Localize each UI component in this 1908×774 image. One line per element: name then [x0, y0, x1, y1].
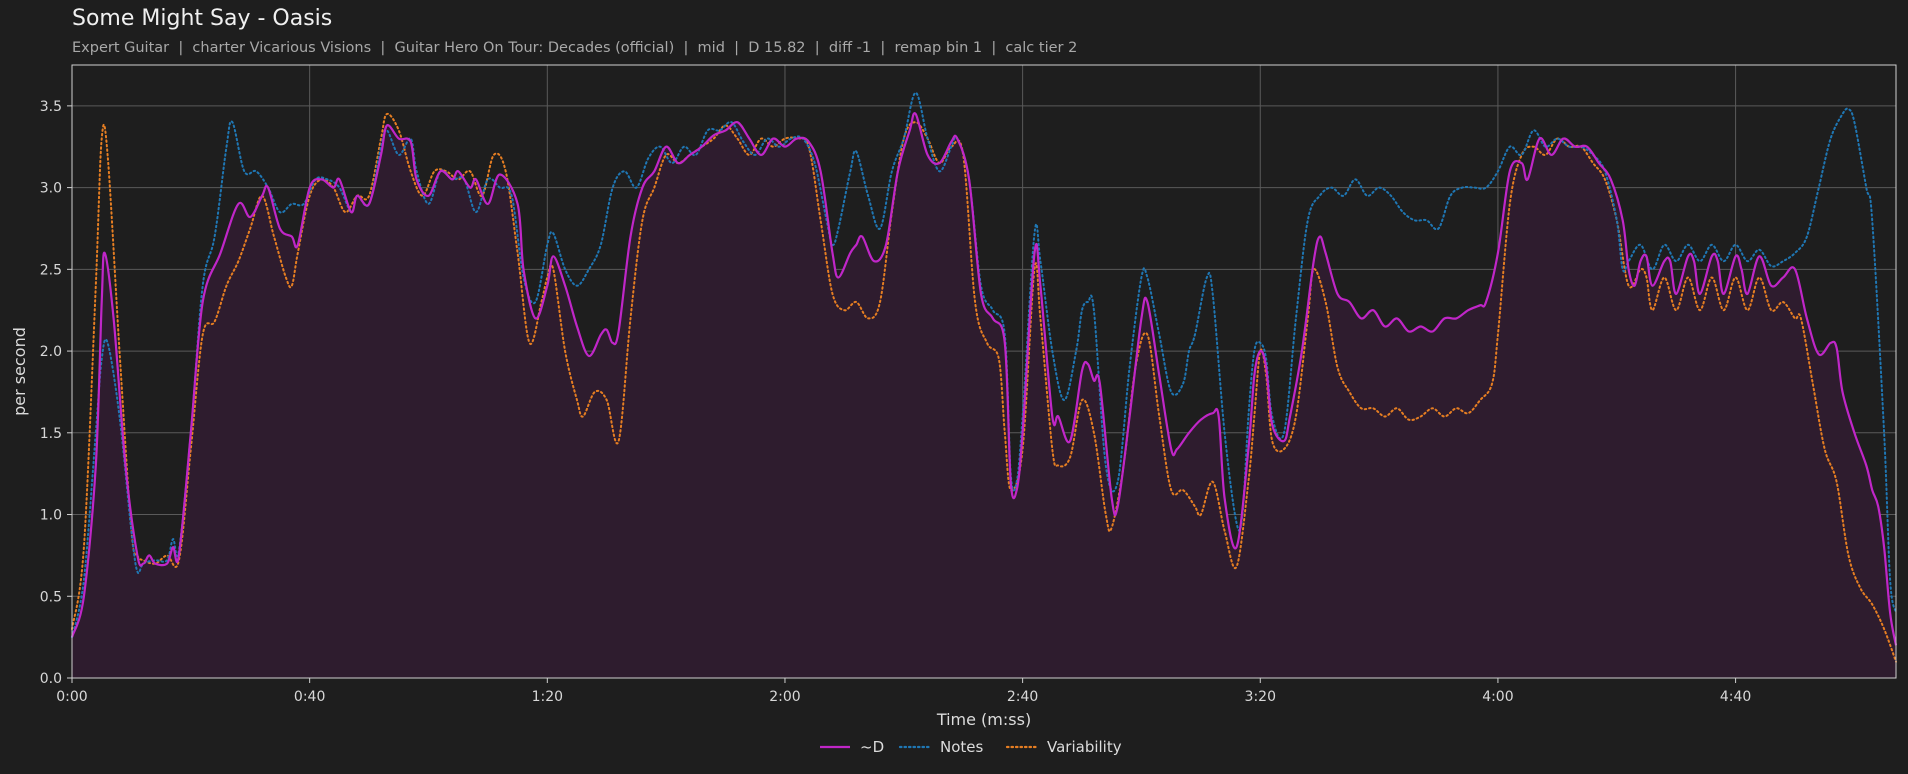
legend-label-d: ~D	[860, 738, 884, 756]
y-axis-label: per second	[10, 327, 29, 416]
y-tick-label: 3.5	[40, 99, 62, 115]
x-tick-label: 0:00	[56, 689, 87, 705]
legend-label-variability: Variability	[1047, 738, 1122, 756]
x-tick-label: 4:00	[1482, 689, 1513, 705]
legend: ~D Notes Variability	[820, 738, 1122, 756]
x-tick-label: 4:40	[1720, 689, 1751, 705]
x-tick-label: 0:40	[294, 689, 325, 705]
x-tick-label: 2:00	[769, 689, 800, 705]
series-layer	[70, 91, 1898, 679]
y-tick-label: 0.5	[40, 589, 62, 605]
chart-plot: 0:00 0:40 1:20 2:00 2:40 3:20 4:00 4:40 0.0 0.5 1.…	[10, 64, 1898, 756]
y-tick-label: 3.0	[40, 181, 62, 197]
y-tick-label: 2.5	[40, 262, 62, 278]
y-tick-label: 2.0	[40, 344, 62, 360]
y-tick-label: 0.0	[40, 671, 62, 687]
x-axis-label: Time (m:ss)	[936, 710, 1031, 729]
x-tick-label: 3:20	[1245, 689, 1276, 705]
legend-label-notes: Notes	[940, 738, 984, 756]
y-tick-label: 1.5	[40, 426, 62, 442]
x-tick-label: 2:40	[1007, 689, 1038, 705]
y-tick-label: 1.0	[40, 508, 62, 524]
x-tick-label: 1:20	[532, 689, 563, 705]
